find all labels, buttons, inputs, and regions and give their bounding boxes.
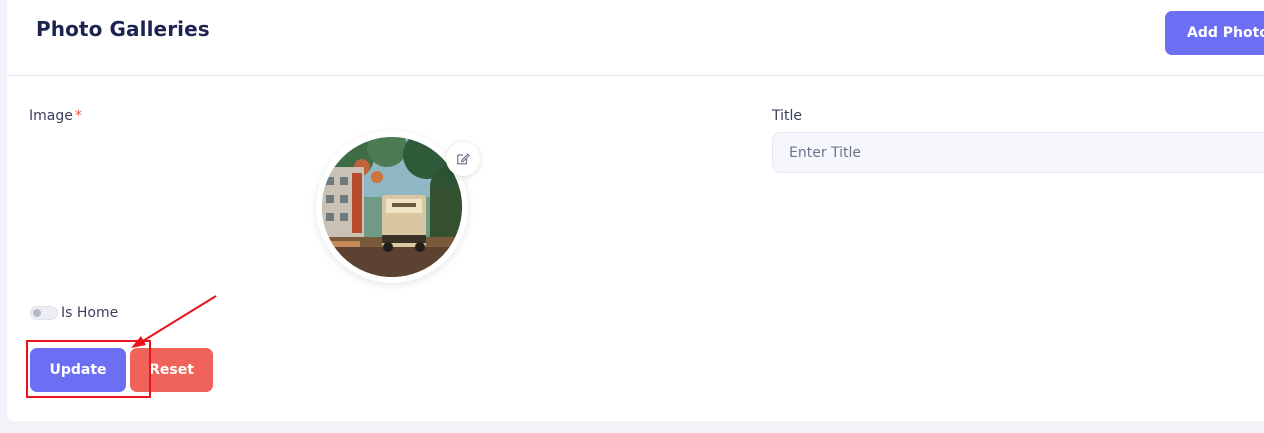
page-title: Photo Galleries: [36, 17, 210, 41]
photo-thumbnail: [322, 137, 462, 277]
toggle-knob: [33, 309, 41, 317]
image-label: Image *: [29, 108, 82, 124]
add-photo-button[interactable]: Add Photo: [1165, 11, 1264, 55]
card-header: Photo Galleries Add Photo: [7, 0, 1264, 76]
is-home-toggle[interactable]: [30, 306, 58, 320]
annotation-highlight-box: [26, 340, 151, 398]
gallery-photo: [322, 137, 462, 277]
image-preview: [316, 131, 468, 283]
required-asterisk: *: [74, 108, 82, 124]
title-input[interactable]: [772, 132, 1264, 173]
image-label-text: Image: [29, 108, 73, 124]
title-label: Title: [772, 108, 803, 124]
edit-image-button[interactable]: [446, 142, 480, 176]
edit-icon: [457, 153, 470, 165]
is-home-label: Is Home: [61, 305, 119, 321]
